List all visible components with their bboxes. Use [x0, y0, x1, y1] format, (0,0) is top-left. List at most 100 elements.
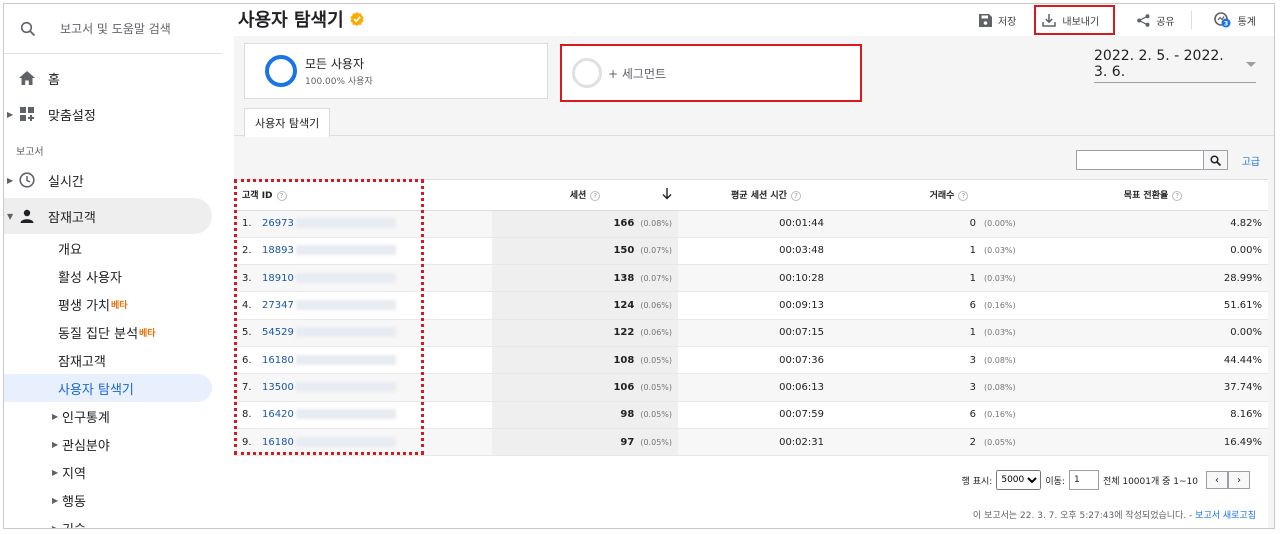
- sidebar-subitem[interactable]: ▶기술: [4, 514, 230, 529]
- advanced-filter-link[interactable]: 고급: [1242, 153, 1260, 168]
- goto-page-input[interactable]: 1: [1068, 470, 1099, 490]
- transactions-value: 0: [969, 218, 976, 230]
- sidebar-subitem-label: 지역: [62, 466, 86, 482]
- page-nav: ‹ ›: [1206, 471, 1250, 489]
- row-number: 5.: [242, 327, 252, 339]
- sidebar-search[interactable]: 보고서 및 도움말 검색: [4, 4, 222, 54]
- insights-button[interactable]: 3 통계: [1210, 5, 1260, 35]
- tab-user-explorer[interactable]: 사용자 탐색기: [244, 108, 331, 137]
- sessions-value: 150: [613, 245, 635, 257]
- sidebar-subitem[interactable]: ▶ 관심분야: [4, 430, 230, 458]
- col-transactions[interactable]: 거래수?: [854, 180, 1044, 211]
- cell-goal-rate: 0.00%: [1044, 319, 1268, 347]
- sidebar-subitem[interactable]: 평생 가치 베타: [4, 290, 230, 318]
- col-goal-rate[interactable]: 목표 전환율?: [1044, 180, 1268, 211]
- sidebar-subitem[interactable]: 개요: [4, 234, 230, 262]
- person-icon: [18, 207, 36, 225]
- tab-strip: 사용자 탐색기: [234, 104, 1274, 137]
- next-page-button[interactable]: ›: [1228, 471, 1250, 489]
- cell-avg-duration: 00:07:59: [678, 401, 854, 429]
- export-button[interactable]: 내보내기: [1034, 5, 1116, 35]
- sidebar-item-realtime[interactable]: ▶ 실시간: [4, 162, 230, 198]
- segment-card-all-users[interactable]: 모든 사용자 100.00% 사용자: [244, 43, 548, 99]
- help-icon[interactable]: ?: [590, 191, 601, 202]
- table-search-button[interactable]: [1203, 151, 1227, 169]
- dashboard-grid-icon: [18, 105, 36, 123]
- sidebar-item-label: 맞춤설정: [48, 108, 96, 124]
- cell-client-id: 1. 26973: [234, 210, 492, 238]
- client-id-link[interactable]: 16420: [262, 409, 294, 420]
- sidebar-subitem[interactable]: ▶ 지역: [4, 458, 230, 486]
- sidebar-item-customize[interactable]: ▶ 맞춤설정: [4, 96, 230, 132]
- transactions-percent: (0.03%): [984, 273, 1016, 283]
- share-button[interactable]: 공유: [1133, 5, 1178, 35]
- client-id-link[interactable]: 16180: [262, 355, 294, 366]
- cell-goal-rate: 16.49%: [1044, 428, 1268, 457]
- date-range-picker[interactable]: 2022. 2. 5. - 2022. 3. 6.: [1094, 48, 1256, 83]
- sessions-percent: (0.08%): [640, 219, 672, 229]
- sessions-percent: (0.05%): [640, 410, 672, 420]
- client-id-link[interactable]: 13500: [262, 382, 294, 393]
- sidebar-subitem[interactable]: 사용자 탐색기: [4, 374, 212, 402]
- cell-sessions: 97 (0.05%): [492, 428, 678, 457]
- beta-badge: 베타: [110, 300, 128, 311]
- segment-percentage: 100.00% 사용자: [305, 77, 373, 87]
- add-segment-button[interactable]: + 세그먼트: [560, 44, 862, 102]
- col-client-id[interactable]: 고객 ID?: [234, 180, 492, 211]
- transactions-percent: (0.16%): [984, 410, 1016, 420]
- save-button[interactable]: 저장: [975, 5, 1020, 35]
- cell-client-id: 4. 27347: [234, 291, 492, 320]
- row-number: 8.: [242, 409, 252, 421]
- client-id-link[interactable]: 27347: [262, 300, 294, 311]
- cell-client-id: 7. 13500: [234, 373, 492, 402]
- help-icon[interactable]: ?: [1172, 191, 1183, 202]
- content-area: 모든 사용자 100.00% 사용자 + 세그먼트 2022. 2. 5. - …: [234, 36, 1274, 528]
- cell-transactions: 3 (0.08%): [854, 346, 1044, 375]
- rows-label: 행 표시:: [961, 476, 993, 487]
- table-search-input[interactable]: [1077, 151, 1203, 169]
- cell-sessions: 98 (0.05%): [492, 401, 678, 429]
- redacted-client-id: [295, 300, 396, 311]
- client-id-link[interactable]: 54529: [262, 327, 294, 338]
- clock-icon: [18, 171, 36, 189]
- share-label: 공유: [1156, 16, 1175, 28]
- sidebar-item-home[interactable]: 홈: [4, 60, 230, 96]
- sidebar-subitem[interactable]: 잠재고객: [4, 346, 230, 374]
- sort-desc-icon[interactable]: [662, 188, 672, 203]
- sessions-percent: (0.05%): [640, 382, 672, 392]
- table-row: 7. 13500 106 (0.05%) 00:06:13 3 (0.08%) 37.74%: [234, 373, 1268, 402]
- help-icon[interactable]: ?: [790, 191, 801, 202]
- prev-page-button[interactable]: ‹: [1206, 471, 1228, 489]
- sidebar-item-label: 실시간: [48, 174, 84, 190]
- client-id-link[interactable]: 18910: [262, 273, 294, 284]
- cell-avg-duration: 00:03:48: [678, 237, 854, 266]
- client-id-link[interactable]: 18893: [262, 245, 294, 256]
- help-icon[interactable]: ?: [958, 191, 969, 202]
- row-number: 3.: [242, 272, 252, 284]
- table-body: 1. 26973 166 (0.08%) 00:01:44 0 (0.00%) 4.82% 2.…: [234, 210, 1268, 457]
- sidebar-subitem[interactable]: ▶ 행동: [4, 486, 230, 514]
- row-number: 7.: [242, 381, 252, 393]
- sidebar-subitem[interactable]: 동질 집단 분석 베타: [4, 318, 230, 346]
- sessions-percent: (0.06%): [640, 301, 672, 311]
- cell-sessions: 166 (0.08%): [492, 210, 678, 238]
- sidebar-subitem[interactable]: ▶ 인구통계: [4, 402, 230, 430]
- table-row: 3. 18910 138 (0.07%) 00:10:28 1 (0.03%) 28.99%: [234, 264, 1268, 293]
- cell-client-id: 3. 18910: [234, 264, 492, 293]
- client-id-link[interactable]: 16180: [262, 437, 294, 448]
- client-id-link[interactable]: 26973: [262, 218, 294, 229]
- col-avg-duration[interactable]: 평균 세션 시간?: [678, 180, 854, 211]
- sidebar-item-audience[interactable]: ▼ 잠재고객: [4, 198, 212, 234]
- col-sessions[interactable]: 세션?: [492, 180, 678, 211]
- sidebar: 보고서 및 도움말 검색 홈 ▶ 맞춤설정 보고서 ▶ 실시간 ▼ 잠재고객 개…: [4, 4, 230, 528]
- row-number: 4.: [242, 300, 252, 312]
- sessions-value: 97: [620, 436, 635, 448]
- cell-transactions: 3 (0.08%): [854, 373, 1044, 402]
- rows-per-page-select[interactable]: 5000: [996, 470, 1042, 490]
- sidebar-subitem-label: 관심분야: [62, 438, 110, 454]
- help-icon[interactable]: ?: [276, 191, 287, 202]
- sidebar-subitem[interactable]: 활성 사용자: [4, 262, 230, 290]
- search-icon: [16, 17, 40, 41]
- refresh-report-link[interactable]: 보고서 새로고침: [1195, 511, 1256, 521]
- row-number: 6.: [242, 354, 252, 366]
